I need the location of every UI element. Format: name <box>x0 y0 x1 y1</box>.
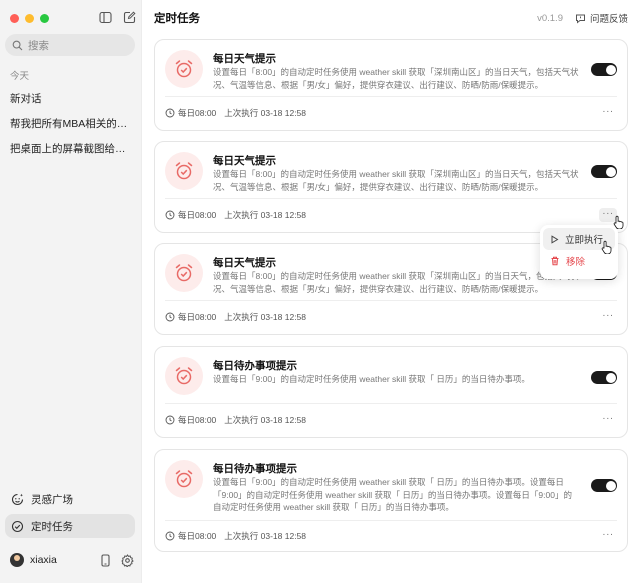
conversation-item[interactable]: 帮我把所有MBA相关的广告… <box>10 116 134 131</box>
minimize-window-button[interactable] <box>25 14 34 23</box>
clock-icon <box>165 210 175 220</box>
sidebar-tools <box>98 10 136 24</box>
task-description: 设置每日「8:00」的自动定时任务使用 weather skill 获取「深圳南… <box>213 67 579 90</box>
clock-icon <box>165 312 175 322</box>
conversation-item[interactable]: 新对话 <box>10 91 134 106</box>
task-last-run: 上次执行 03-18 12:58 <box>224 415 307 425</box>
user-row: xiaxia <box>10 550 134 570</box>
more-options-button[interactable]: ··· <box>599 106 617 120</box>
task-title: 每日天气提示 <box>213 155 276 167</box>
trash-icon <box>551 256 559 266</box>
task-card[interactable]: 每日天气提示 设置每日「8:00」的自动定时任务使用 weather skill… <box>154 39 628 131</box>
sidebar: 搜索 今天 新对话 帮我把所有MBA相关的广告… 把桌面上的屏幕截图给我整… 灵… <box>0 0 142 583</box>
phone-icon[interactable] <box>100 553 111 567</box>
conversation-item[interactable]: 把桌面上的屏幕截图给我整… <box>10 141 134 156</box>
task-description: 设置每日「8:00」的自动定时任务使用 weather skill 获取「深圳南… <box>213 169 579 192</box>
card-divider <box>165 300 617 301</box>
task-last-run: 上次执行 03-18 12:58 <box>224 108 307 118</box>
task-last-run: 上次执行 03-18 12:58 <box>224 531 307 541</box>
clock-icon <box>165 531 175 541</box>
run-now-label: 立即执行 <box>565 235 604 246</box>
task-last-run: 上次执行 03-18 12:58 <box>224 312 307 322</box>
task-description: 设置每日「8:00」的自动定时任务使用 weather skill 获取「深圳南… <box>213 271 579 294</box>
search-placeholder: 搜索 <box>28 39 49 52</box>
play-icon <box>551 234 559 244</box>
card-divider <box>165 198 617 199</box>
window-controls <box>10 14 49 23</box>
version-label: v0.1.9 <box>537 12 563 24</box>
search-input[interactable]: 搜索 <box>5 34 135 56</box>
task-footer: 每日08:00 上次执行 03-18 12:58 ··· <box>165 208 617 222</box>
settings-gear-icon[interactable] <box>121 553 134 567</box>
task-last-run: 上次执行 03-18 12:58 <box>224 210 307 220</box>
alarm-clock-icon <box>165 50 203 88</box>
hand-cursor-icon <box>613 215 624 229</box>
more-options-button[interactable]: ··· <box>599 529 617 543</box>
task-schedule: 每日08:00 <box>178 108 217 118</box>
task-description: 设置每日「9:00」的自动定时任务使用 weather skill 获取「 日历… <box>213 477 572 512</box>
more-options-button[interactable]: ··· <box>599 310 617 324</box>
feedback-button[interactable]: 问题反馈 <box>575 11 628 25</box>
app-window: 搜索 今天 新对话 帮我把所有MBA相关的广告… 把桌面上的屏幕截图给我整… 灵… <box>0 0 640 583</box>
topbar: 定时任务 v0.1.9 问题反馈 <box>154 10 628 26</box>
hand-cursor-icon <box>601 240 612 254</box>
nav-inspiration[interactable]: 灵感广场 <box>5 487 135 511</box>
task-card[interactable]: 每日待办事项提示 设置每日「9:00」的自动定时任务使用 weather ski… <box>154 449 628 552</box>
alarm-clock-icon <box>165 357 203 395</box>
task-toggle[interactable] <box>591 63 617 76</box>
task-card[interactable]: 每日待办事项提示 设置每日「9:00」的自动定时任务使用 weather ski… <box>154 346 628 438</box>
task-description: 设置每日「9:00」的自动定时任务使用 weather skill 获取「 日历… <box>213 374 530 384</box>
task-footer: 每日08:00 上次执行 03-18 12:58 ··· <box>165 529 617 543</box>
avatar[interactable] <box>10 553 24 567</box>
clock-check-icon <box>11 520 24 532</box>
task-title: 每日天气提示 <box>213 53 276 65</box>
task-toggle[interactable] <box>591 479 617 492</box>
card-divider <box>165 403 617 404</box>
more-options-button[interactable]: ··· <box>599 413 617 427</box>
card-divider <box>165 96 617 97</box>
task-schedule: 每日08:00 <box>178 210 217 220</box>
sparkle-face-icon <box>11 493 24 505</box>
new-chat-icon[interactable] <box>122 10 136 24</box>
maximize-window-button[interactable] <box>40 14 49 23</box>
task-title: 每日待办事项提示 <box>213 360 297 372</box>
task-schedule: 每日08:00 <box>178 415 217 425</box>
card-divider <box>165 520 617 521</box>
task-card[interactable]: 每日天气提示 设置每日「8:00」的自动定时任务使用 weather skill… <box>154 141 628 233</box>
feedback-icon <box>575 14 585 24</box>
page-title: 定时任务 <box>154 13 200 25</box>
task-footer: 每日08:00 上次执行 03-18 12:58 ··· <box>165 310 617 324</box>
task-toggle[interactable] <box>591 165 617 178</box>
close-window-button[interactable] <box>10 14 19 23</box>
task-title: 每日待办事项提示 <box>213 463 297 475</box>
main-panel: 定时任务 v0.1.9 问题反馈 每日天气提示 设置每日「8:00」的自动定时任… <box>142 0 640 583</box>
task-toggle[interactable] <box>591 371 617 384</box>
search-icon <box>12 40 23 50</box>
remove-label: 移除 <box>566 257 586 268</box>
alarm-clock-icon <box>165 460 203 498</box>
feedback-label: 问题反馈 <box>589 14 628 25</box>
section-today-label: 今天 <box>10 71 30 82</box>
task-footer: 每日08:00 上次执行 03-18 12:58 ··· <box>165 413 617 427</box>
nav-inspiration-label: 灵感广场 <box>31 493 73 506</box>
alarm-clock-icon <box>165 254 203 292</box>
alarm-clock-icon <box>165 152 203 190</box>
toggle-sidebar-icon[interactable] <box>98 10 112 24</box>
task-schedule: 每日08:00 <box>178 312 217 322</box>
task-title: 每日天气提示 <box>213 257 276 269</box>
user-name: xiaxia <box>30 554 57 566</box>
task-footer: 每日08:00 上次执行 03-18 12:58 ··· <box>165 106 617 120</box>
nav-scheduled-tasks[interactable]: 定时任务 <box>5 514 135 538</box>
clock-icon <box>165 415 175 425</box>
clock-icon <box>165 108 175 118</box>
nav-scheduled-tasks-label: 定时任务 <box>31 520 73 533</box>
task-schedule: 每日08:00 <box>178 531 217 541</box>
